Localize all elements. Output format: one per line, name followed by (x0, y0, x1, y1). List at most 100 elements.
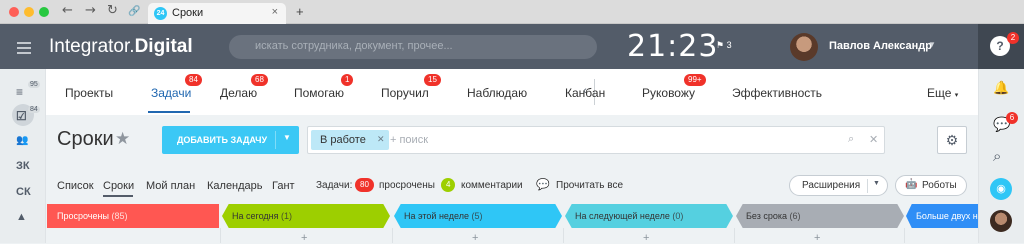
column-next-week[interactable]: На следующей неделе (0) (565, 204, 733, 228)
overdue-label[interactable]: просрочены (379, 180, 435, 191)
menu-icon[interactable] (17, 42, 31, 57)
global-search-input[interactable]: искать сотрудника, документ, прочее... (229, 35, 597, 59)
search-icon[interactable]: ⌕ (848, 133, 854, 146)
avatar[interactable] (790, 33, 818, 61)
sidebar-item-sk[interactable]: СК (16, 186, 31, 198)
column-today[interactable]: На сегодня (1) (222, 204, 390, 228)
column-divider (220, 228, 221, 243)
extensions-label: Расширения (802, 180, 861, 191)
view-calendar[interactable]: Календарь (207, 180, 263, 192)
help-badge: 2 (1007, 32, 1019, 44)
add-task-plus-icon[interactable]: + (472, 232, 478, 244)
comments-label[interactable]: комментарии (461, 180, 523, 191)
new-tab-button[interactable]: + (296, 4, 304, 19)
tab-managing[interactable]: Руковожу (642, 86, 695, 100)
comments-badge[interactable]: 4 (441, 178, 456, 192)
read-all-link[interactable]: Прочитать все (556, 180, 623, 191)
sidebar-badge: 95 (28, 81, 40, 88)
logo[interactable]: Integrator.Digital (49, 36, 193, 58)
browser-tab-title: Сроки (172, 7, 204, 19)
tab-watching[interactable]: Наблюдаю (467, 86, 527, 100)
tab-assigned[interactable]: Поручил (381, 86, 429, 100)
maximize-window-button[interactable] (39, 7, 49, 17)
filter-chip-label: В работе (320, 134, 366, 146)
link-icon[interactable]: 🔗 (128, 6, 140, 17)
close-icon[interactable]: ✕ (869, 133, 878, 146)
user-name[interactable]: Павлов Александр (829, 40, 932, 52)
filter-placeholder: + поиск (390, 134, 429, 146)
search-placeholder: искать сотрудника, документ, прочее... (255, 40, 453, 52)
column-divider (904, 228, 905, 243)
add-task-plus-icon[interactable]: + (301, 232, 307, 244)
chevron-down-icon: ▾ (954, 92, 959, 99)
overdue-badge[interactable]: 80 (355, 178, 374, 192)
divider (867, 179, 868, 193)
divider (275, 131, 276, 149)
tab-doing[interactable]: Делаю (220, 86, 257, 100)
robot-assistant-icon[interactable]: ◉ (990, 178, 1012, 200)
kanban-columns: Просрочены (85) На сегодня (1) На этой н… (46, 204, 978, 244)
remove-filter-icon[interactable]: ✕ (377, 134, 385, 145)
flag-icon: ⚑ (716, 40, 727, 50)
extensions-button[interactable]: Расширения ▼ (789, 175, 888, 196)
add-task-label: ДОБАВИТЬ ЗАДАЧУ (177, 135, 268, 145)
chevron-down-icon[interactable]: ▼ (928, 40, 936, 49)
chevron-down-icon[interactable]: ▼ (283, 133, 291, 142)
search-icon[interactable]: ⌕ (993, 148, 1001, 165)
bell-icon[interactable]: 🔔 (993, 80, 1009, 96)
column-divider (563, 228, 564, 243)
view-my-plan[interactable]: Мой план (146, 180, 195, 192)
gear-icon[interactable]: ⚙ (937, 126, 967, 154)
tab-helping[interactable]: Помогаю (294, 86, 344, 100)
browser-tab[interactable]: 24 Сроки × (148, 3, 286, 24)
view-deadlines[interactable]: Сроки (103, 180, 134, 192)
robots-label: Роботы (922, 180, 957, 191)
tab-badge: 15 (424, 74, 441, 86)
tasks-icon[interactable]: ☑ (16, 109, 27, 123)
chat-icon: 💬 (536, 179, 550, 191)
forward-icon[interactable]: → (85, 3, 96, 18)
add-task-plus-icon[interactable]: + (643, 232, 649, 244)
chevron-down-icon[interactable]: ▼ (873, 180, 880, 187)
tab-projects[interactable]: Проекты (65, 86, 113, 100)
filter-search-input[interactable]: В работе ✕ + поиск ⌕ ✕ (307, 126, 885, 154)
group-icon[interactable]: 👥 (16, 135, 28, 146)
app-header: Integrator.Digital искать сотрудника, до… (0, 24, 1024, 69)
column-overdue[interactable]: Просрочены (85) (47, 204, 219, 228)
page-title: Сроки (57, 128, 114, 150)
sidebar-item-zk[interactable]: ЗК (16, 160, 30, 172)
filter-icon[interactable]: ≡ (16, 85, 23, 99)
add-task-button[interactable]: ДОБАВИТЬ ЗАДАЧУ ▼ (162, 126, 299, 154)
column-this-week[interactable]: На этой неделе (5) (394, 204, 562, 228)
filter-chip[interactable]: В работе ✕ (311, 130, 389, 150)
close-window-button[interactable] (9, 7, 19, 17)
reload-icon[interactable]: ↻ (107, 3, 118, 18)
column-no-deadline[interactable]: Без срока (6) (736, 204, 904, 228)
chat-badge: 6 (1006, 112, 1018, 124)
tab-tasks[interactable]: Задачи (151, 86, 191, 100)
active-view-underline (103, 195, 133, 197)
browser-chrome: ← → ↻ 🔗 24 Сроки × + (0, 0, 1024, 24)
tab-badge: 99+ (684, 74, 706, 86)
view-list[interactable]: Список (57, 180, 94, 192)
flag-counter[interactable]: ⚑ 3 (716, 40, 732, 51)
sidebar-badge: 84 (28, 106, 40, 113)
android-icon[interactable]: ▲ (16, 211, 27, 223)
robots-button[interactable]: 🤖 Роботы (895, 175, 967, 196)
contact-avatar[interactable] (990, 210, 1012, 232)
close-tab-icon[interactable]: × (272, 6, 278, 18)
active-tab-underline (148, 111, 190, 113)
column-more-than-two-weeks[interactable]: Больше двух н (906, 204, 978, 228)
tab-more[interactable]: Еще ▾ (927, 86, 958, 100)
add-task-plus-icon[interactable]: + (814, 232, 820, 244)
back-icon[interactable]: ← (62, 3, 73, 18)
tab-kanban[interactable]: Канбан (565, 86, 605, 100)
clock[interactable]: 21:23 (627, 29, 718, 64)
tab-badge: 68 (251, 74, 268, 86)
main-tabs: Проекты Задачи 84 Делаю 68 Помогаю 1 Пор… (46, 69, 978, 115)
star-icon[interactable]: ★ (115, 129, 130, 149)
minimize-window-button[interactable] (24, 7, 34, 17)
tab-efficiency[interactable]: Эффективность (732, 86, 822, 100)
view-gantt[interactable]: Гант (272, 180, 295, 192)
tab-badge: 1 (341, 74, 354, 86)
